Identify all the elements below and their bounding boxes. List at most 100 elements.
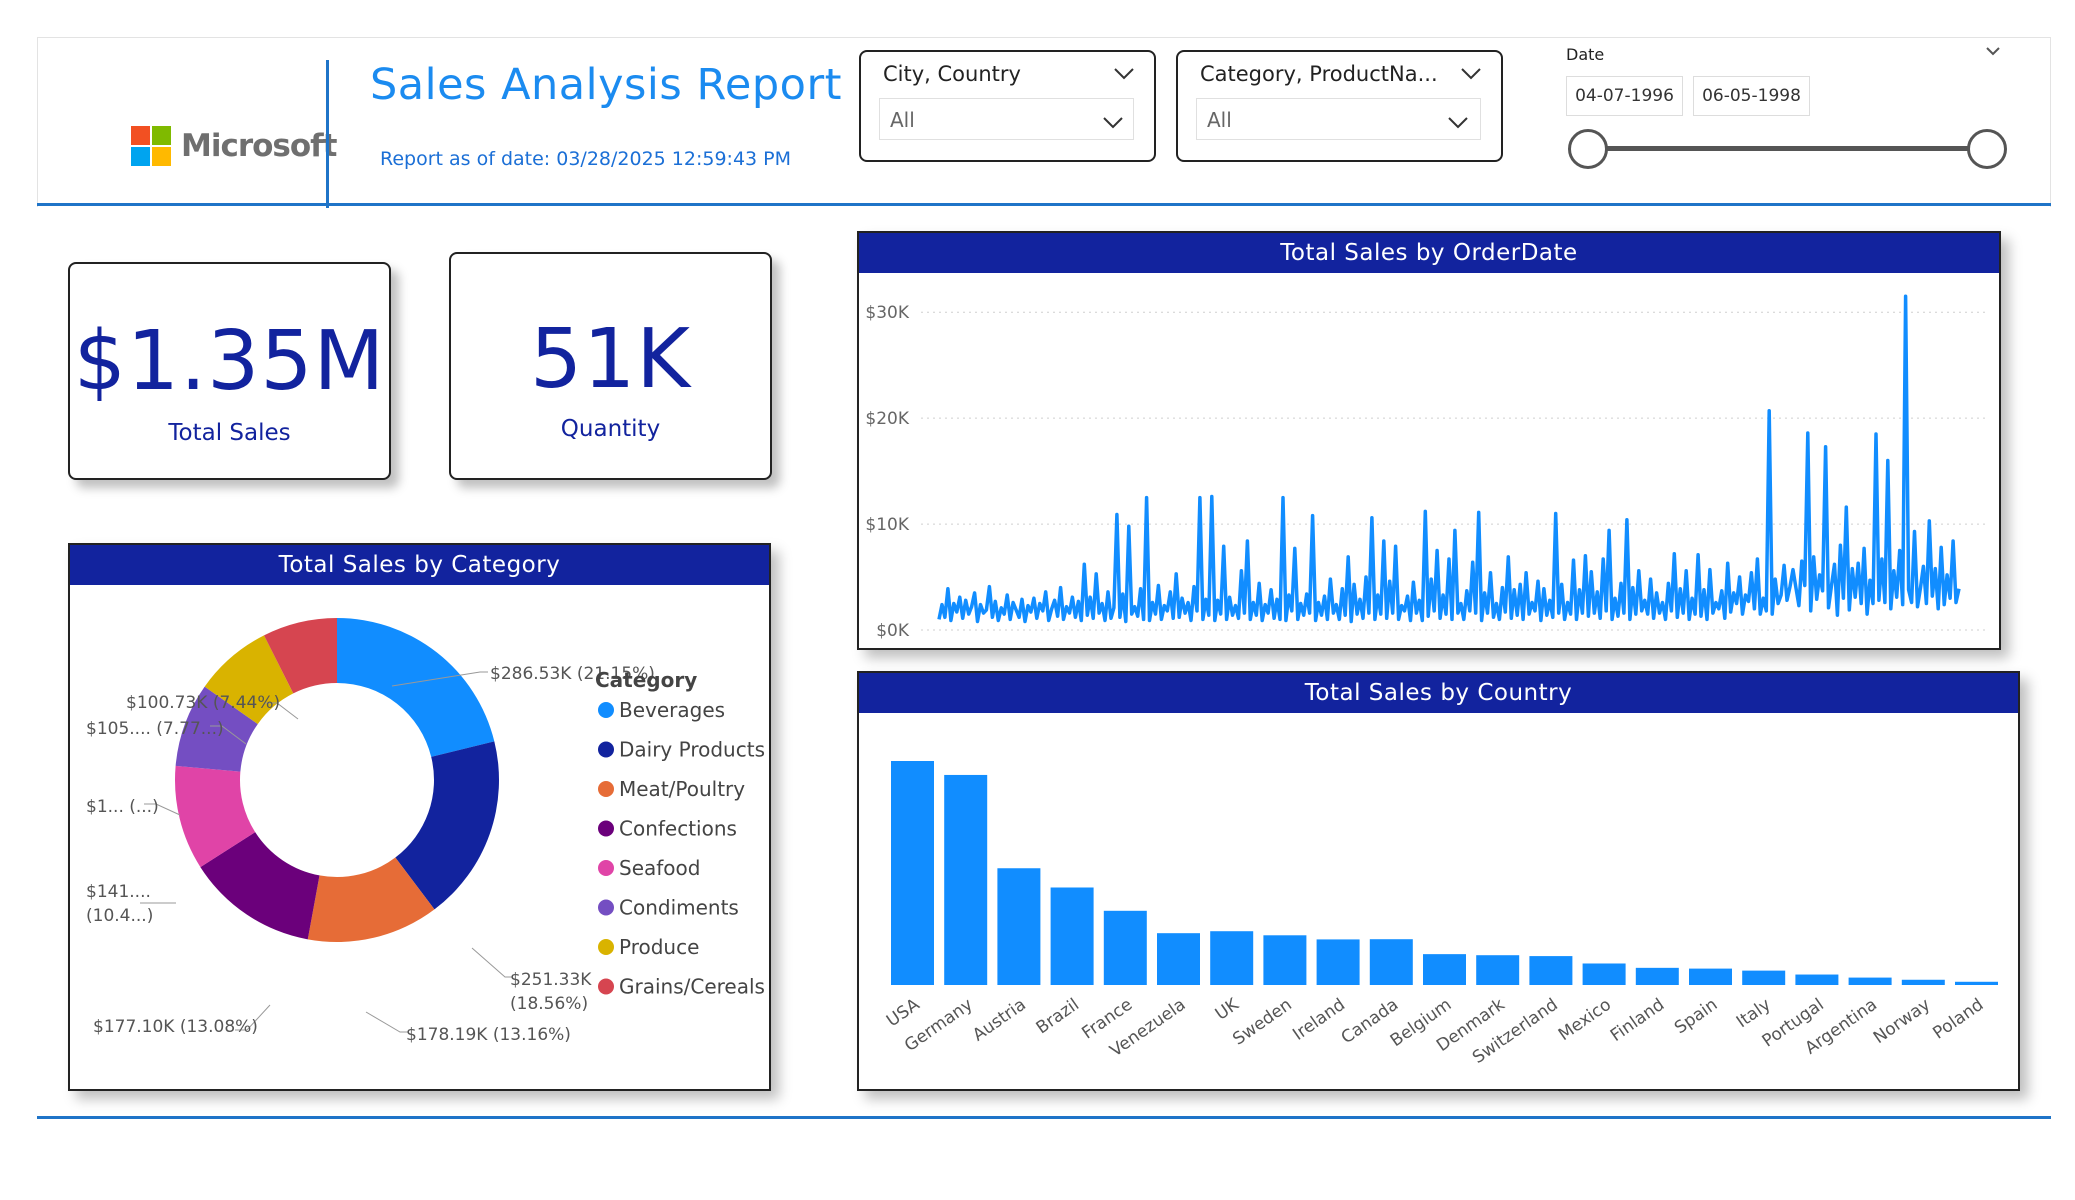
- data-label: $251.33K: [510, 970, 592, 990]
- legend-marker: [598, 978, 614, 995]
- category-product-slicer[interactable]: Category, ProductNa... All: [1176, 50, 1503, 162]
- x-tick-label: Mexico: [1555, 995, 1615, 1045]
- sales-by-category-visual[interactable]: Total Sales by Category $286.53K (21.15%…: [68, 543, 771, 1091]
- y-tick-label: $20K: [865, 409, 909, 429]
- x-tick-label: USA: [883, 995, 924, 1032]
- kpi-label: Total Sales: [168, 420, 291, 446]
- legend-item[interactable]: Seafood: [619, 856, 700, 880]
- bar-germany[interactable]: [944, 774, 988, 985]
- chevron-down-icon[interactable]: [1447, 111, 1469, 136]
- slicer-title: City, Country: [883, 62, 1021, 86]
- sales-line[interactable]: [937, 294, 1961, 624]
- kpi-label: Quantity: [560, 416, 661, 442]
- microsoft-logo: Microsoft: [131, 126, 337, 166]
- x-tick-label: Poland: [1929, 995, 1987, 1044]
- data-label: $141....: [86, 882, 151, 902]
- quantity-card: 51K Quantity: [449, 252, 772, 480]
- leader-line: [471, 947, 513, 978]
- slicer-value: All: [890, 108, 915, 132]
- bar-austria[interactable]: [997, 868, 1041, 985]
- bar-chart[interactable]: USAGermanyAustria BrazilFranceVenezuela UK…: [859, 713, 2018, 1089]
- bar-denmark[interactable]: [1476, 955, 1520, 985]
- legend-marker: [598, 820, 614, 837]
- date-end-input[interactable]: 06-05-1998: [1693, 76, 1810, 116]
- date-slider-start-handle[interactable]: [1568, 129, 1608, 169]
- logo-text: Microsoft: [181, 128, 337, 164]
- data-label: (10.4...): [86, 906, 153, 926]
- bar-poland[interactable]: [1955, 981, 1998, 985]
- x-tick-label: Brazil: [1033, 995, 1083, 1039]
- chevron-down-icon[interactable]: [1460, 62, 1482, 87]
- data-label: $100.73K (7.44%): [126, 693, 280, 713]
- bar-venezuela[interactable]: [1157, 933, 1200, 985]
- donut-slice-beverages[interactable]: [337, 618, 495, 757]
- x-tick-label: Italy: [1733, 995, 1775, 1033]
- kpi-value: $1.35M: [73, 314, 386, 409]
- slicer-title: Category, ProductNa...: [1200, 62, 1438, 86]
- data-label: $178.19K (13.16%): [406, 1025, 571, 1045]
- x-tick-label: Spain: [1671, 995, 1721, 1039]
- legend-marker: [598, 899, 614, 916]
- x-tick-label: UK: [1212, 994, 1243, 1024]
- x-tick-label: Austria: [969, 995, 1030, 1046]
- bar-finland[interactable]: [1635, 967, 1679, 985]
- date-slider-end-handle[interactable]: [1967, 129, 2007, 169]
- slicer-value: All: [1207, 108, 1232, 132]
- date-start-input[interactable]: 04-07-1996: [1566, 76, 1683, 116]
- legend-item[interactable]: Produce: [619, 935, 699, 959]
- header-divider-line: [37, 203, 2051, 206]
- visual-title: Total Sales by Country: [859, 673, 2018, 713]
- legend-item[interactable]: Confections: [619, 817, 737, 841]
- legend-marker: [598, 939, 614, 955]
- legend-item[interactable]: Meat/Poultry: [619, 777, 745, 801]
- bar-usa[interactable]: [891, 761, 934, 985]
- data-label: $105.... (7.77...): [86, 719, 224, 739]
- bar-brazil[interactable]: [1050, 887, 1094, 985]
- sales-by-country-visual[interactable]: Total Sales by Country USA Germany Austria…: [857, 671, 2020, 1091]
- legend-item[interactable]: Grains/Cereals: [619, 975, 765, 999]
- chevron-down-icon[interactable]: [1113, 62, 1135, 87]
- x-tick-label: Finland: [1607, 995, 1668, 1046]
- data-label: $177.10K (13.08%): [93, 1017, 258, 1037]
- bar-france[interactable]: [1103, 910, 1147, 985]
- leader-line: [365, 1011, 408, 1033]
- chevron-down-icon[interactable]: [1102, 111, 1124, 136]
- legend-item[interactable]: Beverages: [619, 698, 725, 722]
- legend-item[interactable]: Condiments: [619, 896, 739, 920]
- x-tick-label: Sweden: [1229, 995, 1296, 1050]
- legend-marker: [598, 860, 614, 876]
- bar-canada[interactable]: [1369, 939, 1413, 985]
- date-range-slider-track[interactable]: [1588, 146, 1988, 151]
- data-label: (18.56%): [510, 994, 588, 1014]
- bar-belgium[interactable]: [1423, 954, 1466, 985]
- visual-title: Total Sales by Category: [70, 545, 769, 585]
- x-tick-label: Ireland: [1289, 995, 1349, 1045]
- bar-portugal[interactable]: [1795, 974, 1839, 985]
- sales-by-orderdate-visual[interactable]: Total Sales by OrderDate $0K $10K $20K $30K: [857, 231, 2001, 650]
- bar-mexico[interactable]: [1582, 963, 1626, 985]
- kpi-value: 51K: [529, 312, 692, 407]
- bar-argentina[interactable]: [1848, 977, 1892, 985]
- bar-uk[interactable]: [1210, 931, 1254, 985]
- bar-italy[interactable]: [1742, 970, 1786, 985]
- legend-item[interactable]: Dairy Products: [619, 738, 765, 762]
- bar-spain[interactable]: [1689, 968, 1732, 985]
- legend-title: Category: [595, 668, 697, 692]
- category-product-dropdown[interactable]: All: [1196, 98, 1481, 140]
- line-chart[interactable]: $0K $10K $20K $30K: [859, 273, 1999, 648]
- page-title: Sales Analysis Report: [370, 60, 842, 110]
- city-country-slicer[interactable]: City, Country All: [859, 50, 1156, 162]
- bar-sweden[interactable]: [1263, 935, 1307, 985]
- bar-norway[interactable]: [1901, 979, 1945, 985]
- donut-chart[interactable]: $286.53K (21.15%)$251.33K(18.56%)$178.19…: [70, 585, 769, 1089]
- y-tick-label: $10K: [865, 515, 909, 535]
- chevron-down-icon[interactable]: [1985, 40, 2001, 61]
- microsoft-logo-icon: [131, 126, 171, 166]
- y-tick-label: $0K: [876, 621, 910, 641]
- city-country-dropdown[interactable]: All: [879, 98, 1134, 140]
- visual-title: Total Sales by OrderDate: [859, 233, 1999, 273]
- legend-marker: [598, 702, 614, 718]
- bar-switzerland[interactable]: [1529, 956, 1573, 985]
- bar-ireland[interactable]: [1316, 939, 1360, 985]
- total-sales-card: $1.35M Total Sales: [68, 262, 391, 480]
